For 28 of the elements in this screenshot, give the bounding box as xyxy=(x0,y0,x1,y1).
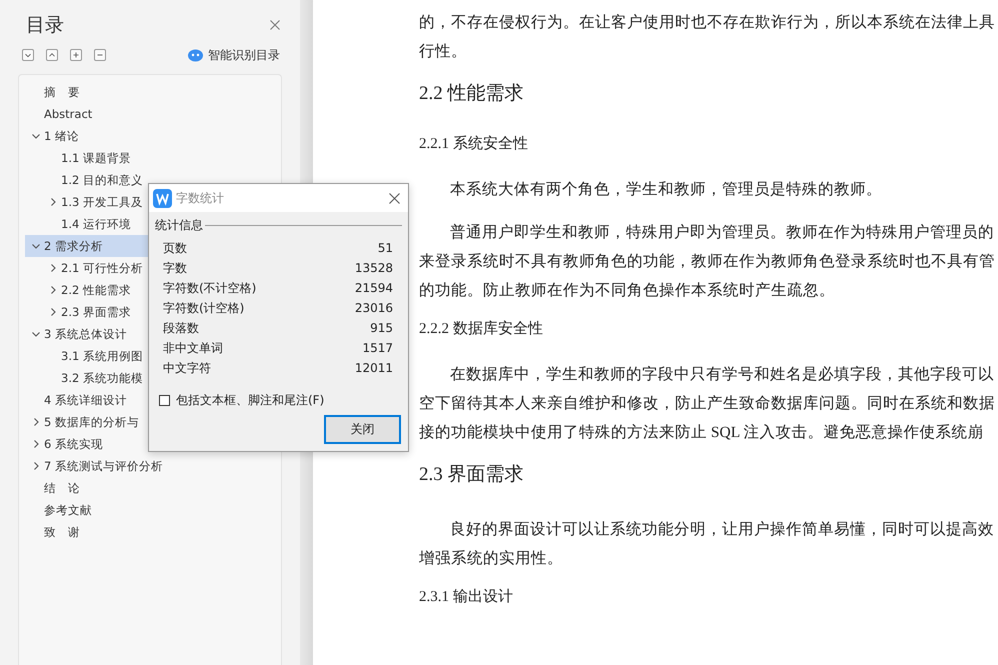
paragraph: 在数据库中，学生和教师的字段中只有学号和姓名是必填字段，其他字段可以 空下留待其本人来亲自维护和修改，防止产生致命数据库问题。同时在系统和数据 接的功能模块中使用了特殊的方法来防止 SQL 注入攻击。避免恶意操作使系统崩 xyxy=(419,364,996,443)
paragraph: 本系统大体有两个角色，学生和教师，管理员是特殊的教师。 xyxy=(449,180,883,200)
subsection-heading: 2.3.1 输出设计 xyxy=(419,588,514,606)
stat-label: 非中文单词 xyxy=(163,340,223,356)
stat-label: 中文字符 xyxy=(163,360,211,376)
stat-label: 字符数(计空格) xyxy=(163,300,244,316)
stat-value: 51 xyxy=(378,241,393,255)
stat-label: 字数 xyxy=(163,260,187,276)
stat-value: 13528 xyxy=(354,261,393,275)
stat-value: 21594 xyxy=(354,281,393,295)
section-heading: 2.3 界面需求 xyxy=(419,463,524,487)
stat-value: 12011 xyxy=(354,361,393,375)
panel-title: 目录 xyxy=(26,13,64,38)
paragraph: 普通用户即学生和教师，特殊用户即为管理员。教师在作为特殊用户管理员的 来登录系统时不具有教师角色的功能，教师在作为教师角色登录系统时也不具有管 的功能。防止教师在作为不同角色操作本系统时产生疏忽。 xyxy=(419,222,996,301)
stat-value: 915 xyxy=(370,321,393,335)
subsection-heading: 2.2.1 系统安全性 xyxy=(419,134,529,153)
stat-label: 段落数 xyxy=(163,320,199,336)
stat-value: 23016 xyxy=(354,301,393,315)
subsection-heading: 2.2.2 数据库安全性 xyxy=(419,319,544,338)
stat-label: 页数 xyxy=(163,240,187,256)
group-label: 统计信息 xyxy=(155,217,203,234)
checkbox-label: 包括文本框、脚注和尾注(F) xyxy=(176,392,324,409)
stat-label: 字符数(不计空格) xyxy=(163,280,256,296)
stat-value: 1517 xyxy=(362,341,393,355)
paragraph: 良好的界面设计可以让系统功能分明，让用户操作简单易懂，同时可以提高效 增强系统的实用性。 xyxy=(419,520,995,569)
dialog-title: 字数统计 xyxy=(176,190,224,206)
paragraph: 的，不存在侵权行为。在让客户使用时也不存在欺诈行为，所以本系统在法律上具 行性。 xyxy=(419,13,996,62)
section-heading: 2.2 性能需求 xyxy=(419,82,524,106)
